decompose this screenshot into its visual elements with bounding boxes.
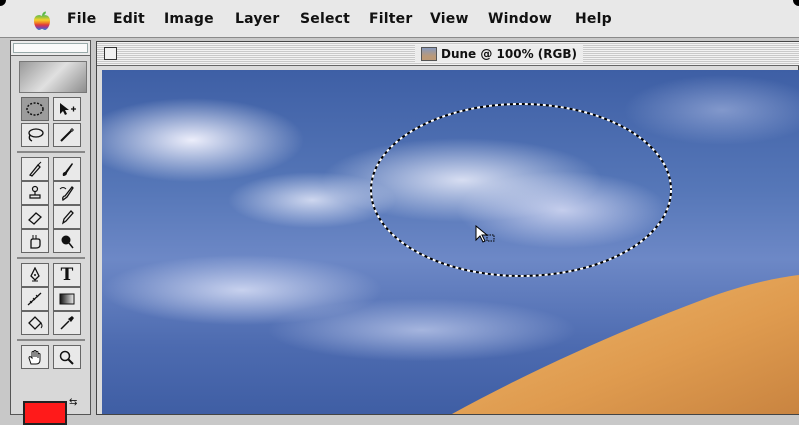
menu-view[interactable]: View xyxy=(430,11,469,27)
smudge-tool-icon[interactable] xyxy=(21,229,49,253)
menu-bar: File Edit Image Layer Select Filter View… xyxy=(0,0,799,38)
dodge-tool-icon[interactable] xyxy=(53,229,81,253)
toolbox-divider xyxy=(17,151,85,153)
marquee-tool-icon[interactable] xyxy=(21,97,49,121)
document-title-text: Dune @ 100% (RGB) xyxy=(441,46,577,61)
pencil-tool-icon[interactable] xyxy=(53,205,81,229)
menu-select[interactable]: Select xyxy=(300,11,350,27)
toolbox-divider xyxy=(17,257,85,259)
toolbox-divider xyxy=(17,339,85,341)
toolbox-palette: T ⇆ xyxy=(10,40,91,425)
document-window: Dune @ 100% (RGB) xyxy=(96,41,799,415)
type-tool-icon[interactable]: T xyxy=(53,263,81,287)
zoom-tool-icon[interactable] xyxy=(53,345,81,369)
magic-wand-tool-icon[interactable] xyxy=(53,123,81,147)
screen-corner xyxy=(793,0,799,6)
eraser-tool-icon[interactable] xyxy=(21,205,49,229)
menu-edit[interactable]: Edit xyxy=(113,11,145,27)
move-tool-icon[interactable] xyxy=(53,97,81,121)
foreground-color-swatch[interactable] xyxy=(23,401,67,425)
menu-window[interactable]: Window xyxy=(488,11,552,27)
measure-tool-icon[interactable] xyxy=(21,287,49,311)
hand-tool-icon[interactable] xyxy=(21,345,49,369)
image-canvas[interactable] xyxy=(102,70,799,414)
document-proxy-icon[interactable] xyxy=(421,46,437,61)
lasso-tool-icon[interactable] xyxy=(21,123,49,147)
menu-image[interactable]: Image xyxy=(164,11,214,27)
close-box-icon[interactable] xyxy=(104,47,117,60)
eyedropper-tool-icon[interactable] xyxy=(53,311,81,335)
menu-file[interactable]: File xyxy=(67,11,96,27)
paintbrush-tool-icon[interactable] xyxy=(53,157,81,181)
elliptical-selection-marquee[interactable] xyxy=(102,70,799,414)
swap-colors-icon[interactable]: ⇆ xyxy=(69,397,77,408)
menu-filter[interactable]: Filter xyxy=(369,11,412,27)
apple-icon[interactable] xyxy=(33,11,51,31)
document-title-bar[interactable]: Dune @ 100% (RGB) xyxy=(97,42,799,66)
menu-help[interactable]: Help xyxy=(575,11,612,27)
pen-tool-icon[interactable] xyxy=(21,263,49,287)
toolbox-drag-bar[interactable] xyxy=(13,43,88,53)
toolbox-title-bar[interactable] xyxy=(11,41,90,56)
toolbox-logo[interactable] xyxy=(19,61,87,93)
paint-bucket-tool-icon[interactable] xyxy=(21,311,49,335)
gradient-tool-icon[interactable] xyxy=(53,287,81,311)
menu-layer[interactable]: Layer xyxy=(235,11,279,27)
history-brush-tool-icon[interactable] xyxy=(53,181,81,205)
document-title: Dune @ 100% (RGB) xyxy=(415,45,583,62)
rubber-stamp-tool-icon[interactable] xyxy=(21,181,49,205)
airbrush-tool-icon[interactable] xyxy=(21,157,49,181)
pointer-cursor-icon xyxy=(475,225,495,243)
screen-corner xyxy=(0,0,6,6)
